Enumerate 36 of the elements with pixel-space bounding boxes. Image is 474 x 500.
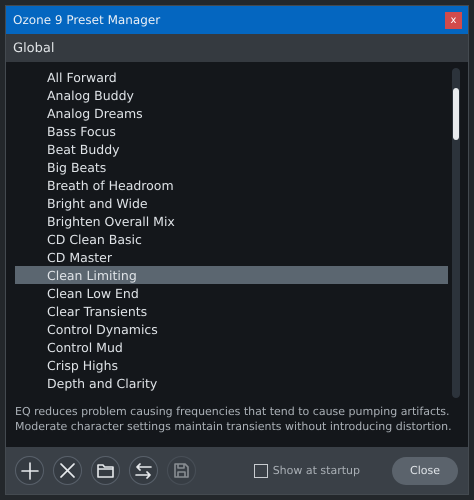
- preset-item[interactable]: Control Dynamics: [15, 320, 448, 338]
- swap-arrows-button[interactable]: [129, 456, 158, 485]
- window-title: Ozone 9 Preset Manager: [13, 13, 160, 27]
- folder-icon: [97, 464, 114, 478]
- plus-icon: [20, 462, 38, 480]
- preset-item[interactable]: Analog Buddy: [15, 86, 448, 104]
- preset-item[interactable]: CD Clean Basic: [15, 230, 448, 248]
- preset-item[interactable]: Bass Focus: [15, 122, 448, 140]
- swap-arrows-icon: [135, 462, 152, 478]
- folder-button[interactable]: [91, 456, 120, 485]
- save-icon: [174, 463, 189, 478]
- preset-item[interactable]: Depth and Clarity: [15, 374, 448, 392]
- scrollbar[interactable]: [452, 68, 460, 398]
- window-close-button[interactable]: x: [445, 12, 462, 28]
- preset-item[interactable]: Clean Limiting: [15, 266, 448, 284]
- scrollbar-thumb[interactable]: [453, 88, 459, 140]
- preset-item[interactable]: All Forward: [15, 68, 448, 86]
- close-dialog-button[interactable]: Close: [392, 456, 458, 484]
- checkbox[interactable]: [254, 464, 268, 478]
- checkbox-label: Show at startup: [272, 464, 360, 477]
- group-title: Global: [13, 40, 54, 56]
- preset-item[interactable]: Clean Low End: [15, 284, 448, 302]
- preset-item[interactable]: Brighten Overall Mix: [15, 212, 448, 230]
- preset-item[interactable]: Clear Transients: [15, 302, 448, 320]
- plus-button[interactable]: [15, 456, 44, 485]
- preset-item[interactable]: Beat Buddy: [15, 140, 448, 158]
- preset-item[interactable]: Crisp Highs: [15, 356, 448, 374]
- delete-icon: [60, 463, 75, 478]
- preset-description: EQ reduces problem causing frequencies that tend to cause pumping artifacts. Moderate character settings maintain transients without introducing distortion.: [14, 404, 453, 435]
- preset-item[interactable]: Breath of Headroom: [15, 176, 448, 194]
- preset-item[interactable]: Analog Dreams: [15, 104, 448, 122]
- preset-item[interactable]: Bright and Wide: [15, 194, 448, 212]
- preset-item[interactable]: CD Master: [15, 248, 448, 266]
- delete-button[interactable]: [53, 456, 82, 485]
- preset-item[interactable]: Big Beats: [15, 158, 448, 176]
- preset-item[interactable]: Control Mud: [15, 338, 448, 356]
